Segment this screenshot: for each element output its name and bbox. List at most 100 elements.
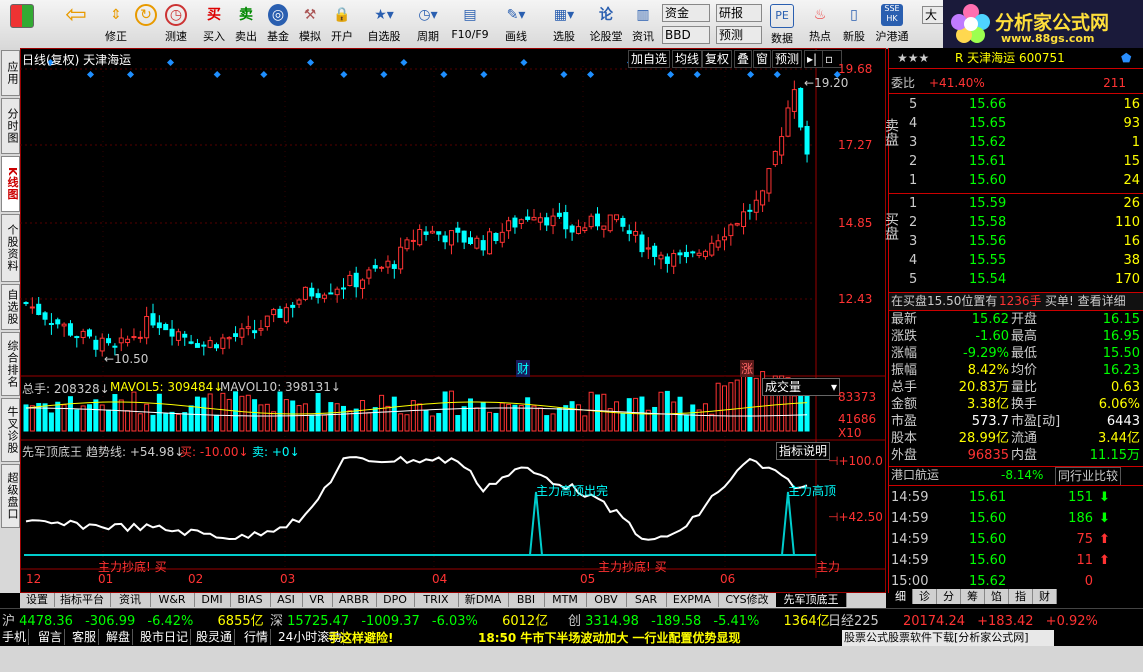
buy-level-row[interactable]: 1 15.59 26 — [907, 195, 1142, 213]
sh-index[interactable]: 沪 4478.36 -306.99 -6.42% 6855亿 — [2, 610, 264, 629]
add-watch-button[interactable]: 加自选 — [628, 50, 671, 68]
new-stock-button[interactable]: ▯ 新股 — [836, 2, 872, 46]
tab-dpo[interactable]: DPO — [376, 593, 415, 607]
notice-action[interactable]: 买单! 查看详细 — [1045, 293, 1126, 310]
tab-watchlist[interactable]: 自选股 — [1, 284, 20, 330]
tab-bias[interactable]: BIAS — [230, 593, 271, 607]
volume-bar — [366, 412, 372, 432]
scroll-right-button[interactable]: ▸| — [804, 50, 824, 68]
kline-candle — [741, 211, 747, 227]
hot-button[interactable]: ♨ 热点 — [802, 2, 838, 46]
indicator-help-button[interactable]: 指标说明 — [776, 442, 831, 460]
kline-candle — [423, 231, 429, 235]
stock-picker-button[interactable]: ▦▾ 选股 — [544, 2, 584, 46]
sell-level-row[interactable]: 1 15.60 24 — [907, 172, 1142, 190]
open-account-button[interactable]: 🔒 开户 — [324, 2, 360, 46]
adjust-button[interactable]: 复权 — [702, 50, 733, 68]
kline-candle — [804, 125, 810, 155]
buy-button[interactable]: 买 买入 — [196, 2, 232, 46]
sell-button[interactable]: 卖 卖出 — [228, 2, 264, 46]
volume-bar — [531, 405, 537, 432]
speedtest-button[interactable]: ◷ 测速 — [158, 2, 194, 46]
status-button[interactable]: 留言 — [36, 629, 66, 645]
tab-wr[interactable]: W&R — [150, 593, 195, 607]
forum-button[interactable]: 论 论股堂 — [586, 2, 626, 46]
status-button[interactable]: 股灵通 — [194, 629, 236, 645]
status-button[interactable]: 手机 — [0, 629, 30, 645]
forecast-button[interactable]: 预测 — [716, 26, 762, 44]
buy-level-row[interactable]: 5 15.54 170 — [907, 271, 1142, 289]
period-button[interactable]: ◷▾ 周期 — [408, 2, 448, 46]
hk-connect-button[interactable]: SSE HK 沪港通 — [872, 2, 912, 46]
bbd-button[interactable]: BBD — [662, 26, 710, 44]
research-button[interactable]: 研报 — [716, 4, 762, 22]
sell-level-row[interactable]: 5 15.66 16 — [907, 96, 1142, 114]
tab-dmi[interactable]: DMI — [194, 593, 231, 607]
finance-marker[interactable]: 财 — [516, 360, 531, 377]
news-ticker-1[interactable]: 手这样避险! — [328, 629, 393, 646]
nikkei-index[interactable]: 日经225 20174.24 +183.42 +0.92% — [828, 610, 1098, 629]
buy-level-row[interactable]: 3 15.56 16 — [907, 233, 1142, 251]
tab-obv[interactable]: OBV — [586, 593, 627, 607]
simulate-button[interactable]: ⚒ 模拟 — [292, 2, 328, 46]
sell-level-row[interactable]: 2 15.61 15 — [907, 153, 1142, 171]
tab-asi[interactable]: ASI — [270, 593, 303, 607]
ad-banner[interactable]: 股票公式股票软件下载[分析家公式网] — [842, 630, 1054, 646]
tab-kline[interactable]: K线图 — [1, 156, 20, 212]
tab-expma[interactable]: EXPMA — [666, 593, 719, 607]
data-button[interactable]: PE 数据 — [762, 2, 802, 46]
buy-level-row[interactable]: 2 15.58 110 — [907, 214, 1142, 232]
tab-profile[interactable]: 个股资料 — [1, 214, 20, 282]
industry-name[interactable]: 港口航运 — [891, 467, 939, 484]
back-button[interactable]: ⇦ — [58, 2, 94, 46]
tab-mtm[interactable]: MTM — [544, 593, 587, 607]
kline-candle — [436, 231, 442, 235]
big-order-notice[interactable]: 在买盘15.50位置有 1236手 买单! 查看详细 — [889, 293, 1143, 310]
tab-sar[interactable]: SAR — [626, 593, 667, 607]
cy-index[interactable]: 创 3314.98 -189.58 -5.41% 1364亿 — [568, 610, 830, 629]
sell-level-row[interactable]: 3 15.62 1 — [907, 134, 1142, 152]
tab-vr[interactable]: VR — [302, 593, 333, 607]
kline-chart-area[interactable]: 日线(复权) 天津海运 加自选 均线 复权 叠 窗 预测 ▸| ▫ 19.68 … — [20, 48, 886, 593]
overlay-button[interactable]: 叠 — [734, 50, 753, 68]
sell-level-row[interactable]: 4 15.65 93 — [907, 115, 1142, 133]
draw-line-button[interactable]: ✎▾ 画线 — [496, 2, 536, 46]
status-button[interactable]: 股市日记 — [138, 629, 192, 645]
index-ticker-bar: 沪 4478.36 -306.99 -6.42% 6855亿 深 15725.4… — [0, 608, 1143, 629]
tab-intraday[interactable]: 分时图 — [1, 98, 20, 154]
tab-xianjun[interactable]: 先军顶底王 — [776, 593, 847, 607]
tab-newdma[interactable]: 新DMA — [458, 593, 509, 607]
big-button[interactable]: 大 — [922, 6, 944, 24]
tab-settings[interactable]: 设置 — [20, 593, 55, 607]
tab-trix[interactable]: TRIX — [414, 593, 459, 607]
compare-industry-button[interactable]: 同行业比较 — [1055, 467, 1122, 486]
status-button[interactable]: 行情 — [242, 629, 272, 645]
news-ticker-2[interactable]: 18:50 牛市下半场波动加大 一行业配置优势显现 — [478, 629, 741, 646]
status-button[interactable]: 解盘 — [104, 629, 134, 645]
tab-app[interactable]: 应用 — [1, 50, 20, 96]
tab-bbi[interactable]: BBI — [508, 593, 545, 607]
capital-button[interactable]: 资金 — [662, 4, 710, 22]
ma-button[interactable]: 均线 — [672, 50, 703, 68]
fund-button[interactable]: ◎ 基金 — [260, 2, 296, 46]
kline-candle — [258, 328, 264, 331]
status-button[interactable]: 客服 — [70, 629, 100, 645]
tab-news[interactable]: 资讯 — [110, 593, 151, 607]
sz-index[interactable]: 深 15725.47 -1009.37 -6.03% 6012亿 — [270, 610, 548, 629]
f10-button[interactable]: ▤ F10/F9 — [450, 2, 490, 46]
windows-logo-button[interactable] — [4, 2, 40, 46]
tab-ranking[interactable]: 综合排名 — [1, 332, 20, 396]
buy-level-row[interactable]: 4 15.55 38 — [907, 252, 1142, 270]
window-button[interactable]: 窗 — [753, 50, 772, 68]
predict-button[interactable]: 预测 — [772, 50, 803, 68]
tab-superorder[interactable]: 超级盘口 — [1, 464, 20, 528]
volume-indicator-select[interactable]: 成交量 ▾ — [762, 378, 840, 396]
kline-candle — [194, 343, 200, 348]
tab-indicator-platform[interactable]: 指标平台 — [54, 593, 111, 607]
tab-cys[interactable]: CYS修改 — [718, 593, 777, 607]
limit-up-marker[interactable]: 涨 — [740, 360, 755, 377]
watchlist-button[interactable]: ★▾ 自选股 — [364, 2, 404, 46]
tab-arbr[interactable]: ARBR — [332, 593, 377, 607]
tab-diagnose[interactable]: 牛叉诊股 — [1, 398, 20, 462]
news-button[interactable]: ▥ 资讯 — [626, 2, 660, 46]
